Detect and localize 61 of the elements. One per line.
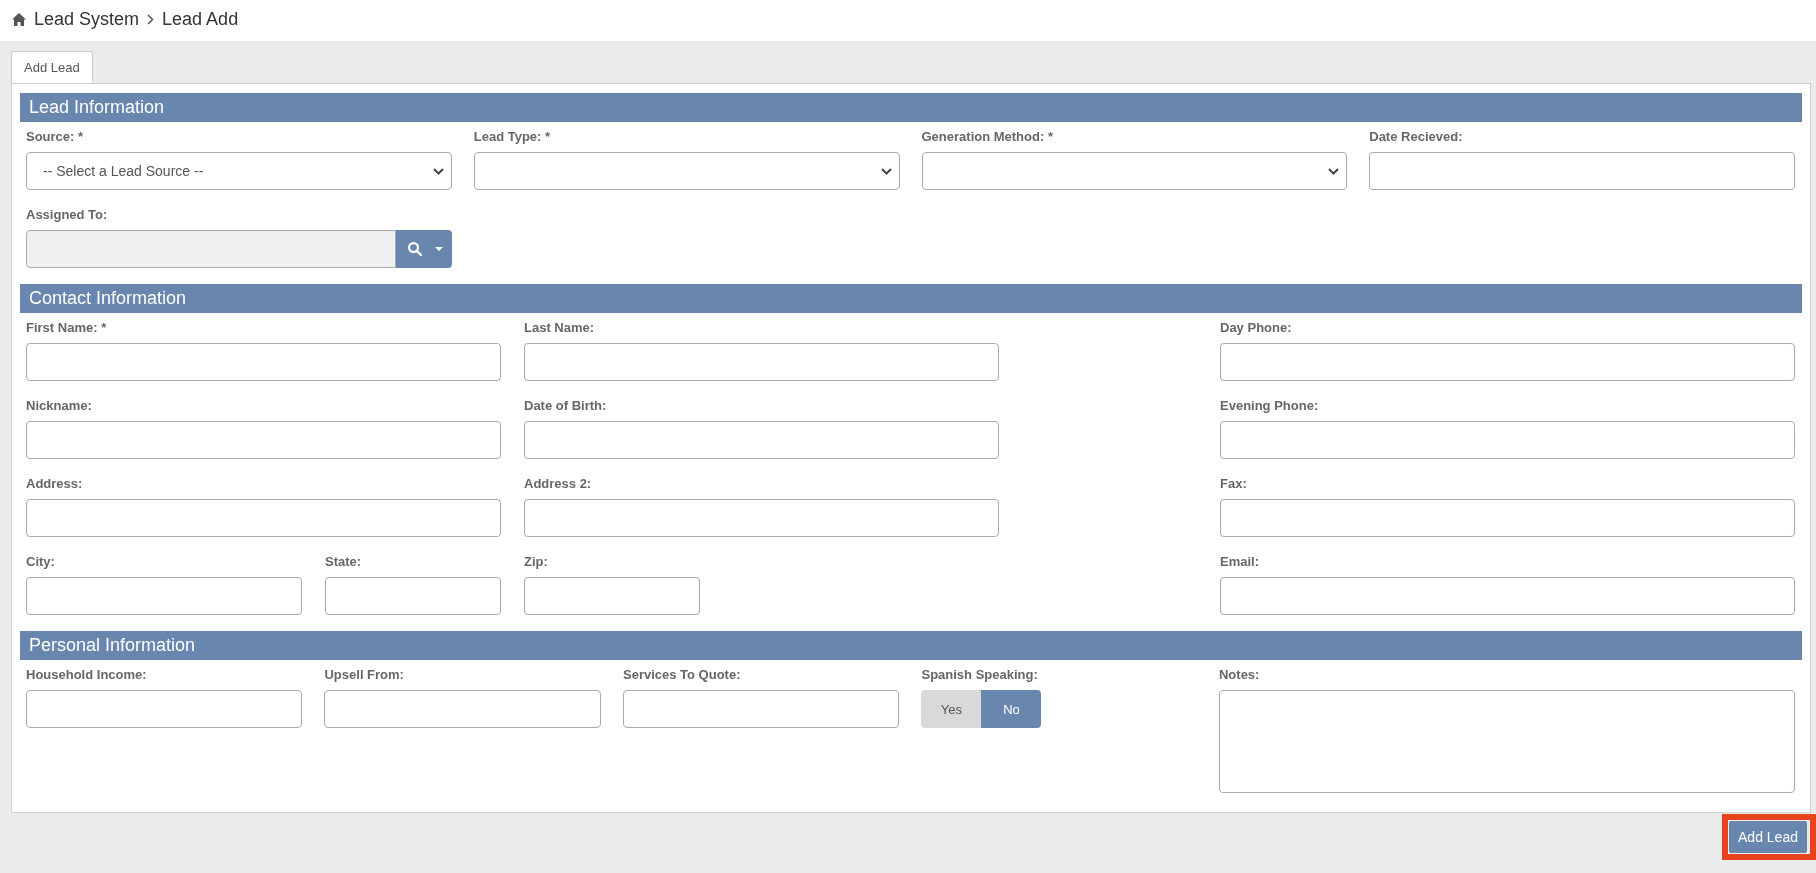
input-field[interactable]: [324, 690, 601, 728]
input-field[interactable]: [524, 421, 999, 459]
input-field[interactable]: [524, 499, 999, 537]
field-label: Date of Birth:: [524, 397, 607, 415]
home-icon[interactable]: [12, 13, 26, 26]
field-label: Last Name:: [524, 319, 595, 337]
section-header: Lead Information: [20, 93, 1802, 122]
input-field[interactable]: [1220, 343, 1795, 381]
input-field[interactable]: [524, 577, 700, 615]
field-label: Assigned To:: [26, 206, 108, 224]
field-label: Services To Quote:: [623, 666, 741, 684]
chevron-right-icon: [147, 14, 155, 25]
input-field[interactable]: [325, 577, 501, 615]
toggle-button[interactable]: No: [981, 690, 1042, 728]
input-field[interactable]: [26, 499, 501, 537]
field-label: Date Recieved:: [1369, 128, 1463, 146]
field-label: Address 2:: [524, 475, 592, 493]
input-field[interactable]: [1220, 421, 1795, 459]
search-icon: [408, 242, 423, 256]
field-label: Spanish Speaking:: [921, 666, 1038, 684]
breadcrumb-link[interactable]: Lead System: [34, 9, 140, 30]
field-label: Address:: [26, 475, 83, 493]
chevron-down-icon: [1328, 167, 1340, 175]
field-label: Evening Phone:: [1220, 397, 1319, 415]
field-label: Upsell From:: [324, 666, 404, 684]
field-label: Source: *: [26, 128, 84, 146]
field-label: Generation Method: *: [921, 128, 1053, 146]
input-field[interactable]: [1369, 152, 1795, 190]
chevron-down-icon: [880, 167, 892, 175]
field-label: Zip:: [524, 553, 548, 571]
input-field[interactable]: [623, 690, 900, 728]
toggle-button[interactable]: Yes: [921, 690, 982, 728]
field-label: Household Income:: [26, 666, 147, 684]
select-field[interactable]: [921, 152, 1348, 190]
field-label: State:: [325, 553, 362, 571]
input-field[interactable]: [26, 421, 501, 459]
field-label: Nickname:: [26, 397, 92, 415]
caret-down-icon: [435, 247, 444, 251]
input-field[interactable]: [26, 577, 302, 615]
input-field[interactable]: [26, 343, 501, 381]
section-header: Personal Information: [20, 631, 1802, 660]
input-field[interactable]: [524, 343, 999, 381]
select-field[interactable]: -- Select a Lead Source --: [26, 152, 452, 190]
field-label: Fax:: [1220, 475, 1247, 493]
field-label: Notes:: [1218, 666, 1260, 684]
textarea-field[interactable]: [1218, 690, 1795, 793]
input-field[interactable]: [26, 690, 303, 728]
select-field[interactable]: [473, 152, 900, 190]
input-field[interactable]: [1220, 577, 1795, 615]
field-label: Day Phone:: [1220, 319, 1292, 337]
breadcrumb-current: Lead Add: [162, 9, 239, 30]
add-lead-button[interactable]: Add Lead: [1729, 821, 1807, 853]
section-header: Contact Information: [20, 284, 1802, 313]
field-label: Email:: [1220, 553, 1259, 571]
field-label: City:: [26, 553, 55, 571]
input-field[interactable]: [1220, 499, 1795, 537]
chevron-down-icon: [432, 167, 444, 175]
search-button[interactable]: [395, 230, 452, 268]
field-label: First Name: *: [26, 319, 107, 337]
field-label: Lead Type: *: [473, 128, 551, 146]
tab[interactable]: Add Lead: [11, 51, 93, 83]
